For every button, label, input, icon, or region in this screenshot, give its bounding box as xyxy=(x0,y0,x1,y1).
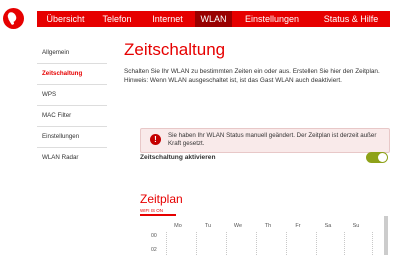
grid-line xyxy=(226,232,227,255)
toggle-label: Zeitschaltung aktivieren xyxy=(140,154,216,161)
top-navigation: Übersicht Telefon Internet WLAN Einstell… xyxy=(37,11,390,27)
day-header-we: We xyxy=(233,223,243,229)
hour-label-00: 00 xyxy=(151,233,157,239)
grid-line xyxy=(316,232,317,255)
tab-internet[interactable]: Internet xyxy=(140,11,195,27)
sidebar: Allgemein Zeitschaltung WPS MAC Filter E… xyxy=(37,43,107,168)
vodafone-logo-icon[interactable] xyxy=(3,8,24,29)
wifi-on-tab-underline xyxy=(140,214,176,216)
hour-label-02: 02 xyxy=(151,247,157,253)
schedule-grid: Mo Tu We Th Fr Sa Su 00 02 xyxy=(140,220,388,255)
grid-line xyxy=(166,232,167,255)
day-header-th: Th xyxy=(264,223,272,229)
tab-einstellungen[interactable]: Einstellungen xyxy=(232,11,312,27)
day-header-su: Su xyxy=(352,223,360,229)
page-title: Zeitschaltung xyxy=(124,40,226,59)
tab-status-hilfe[interactable]: Status & Hilfe xyxy=(312,11,390,27)
intro-text: Schalten Sie Ihr WLAN zu bestimmten Zeit… xyxy=(124,67,394,85)
tab-telefon[interactable]: Telefon xyxy=(94,11,140,27)
schedule-toggle[interactable] xyxy=(366,152,388,163)
alert-message: Sie haben Ihr WLAN Status manuell geände… xyxy=(168,132,377,147)
warning-icon: ! xyxy=(150,134,161,145)
sidebar-item-zeitschaltung[interactable]: Zeitschaltung xyxy=(37,64,107,85)
tab-wlan[interactable]: WLAN xyxy=(195,11,232,27)
toggle-knob xyxy=(378,153,387,162)
grid-line xyxy=(196,232,197,255)
alert-box: ! Sie haben Ihr WLAN Status manuell geän… xyxy=(140,128,390,153)
sidebar-item-einstellungen[interactable]: Einstellungen xyxy=(37,127,107,148)
day-header-mo: Mo xyxy=(174,223,182,229)
schedule-scrollbar[interactable] xyxy=(384,216,388,255)
day-header-tu: Tu xyxy=(204,223,212,229)
sidebar-item-wlan-radar[interactable]: WLAN Radar xyxy=(37,148,107,168)
sidebar-item-wps[interactable]: WPS xyxy=(37,85,107,106)
wifi-on-tab[interactable]: WIFI IS ON xyxy=(140,208,163,213)
grid-line xyxy=(372,232,373,255)
grid-line xyxy=(344,232,345,255)
intro-line-2: Hinweis: Wenn WLAN ausgeschaltet ist, is… xyxy=(124,77,342,84)
sidebar-item-mac-filter[interactable]: MAC Filter xyxy=(37,106,107,127)
day-header-sa: Sa xyxy=(324,223,332,229)
sidebar-item-allgemein[interactable]: Allgemein xyxy=(37,43,107,64)
grid-line xyxy=(286,232,287,255)
tab-uebersicht[interactable]: Übersicht xyxy=(37,11,94,27)
grid-line xyxy=(256,232,257,255)
day-header-fr: Fr xyxy=(295,223,301,229)
schedule-title: Zeitplan xyxy=(140,192,183,206)
intro-line-1: Schalten Sie Ihr WLAN zu bestimmten Zeit… xyxy=(124,68,380,75)
